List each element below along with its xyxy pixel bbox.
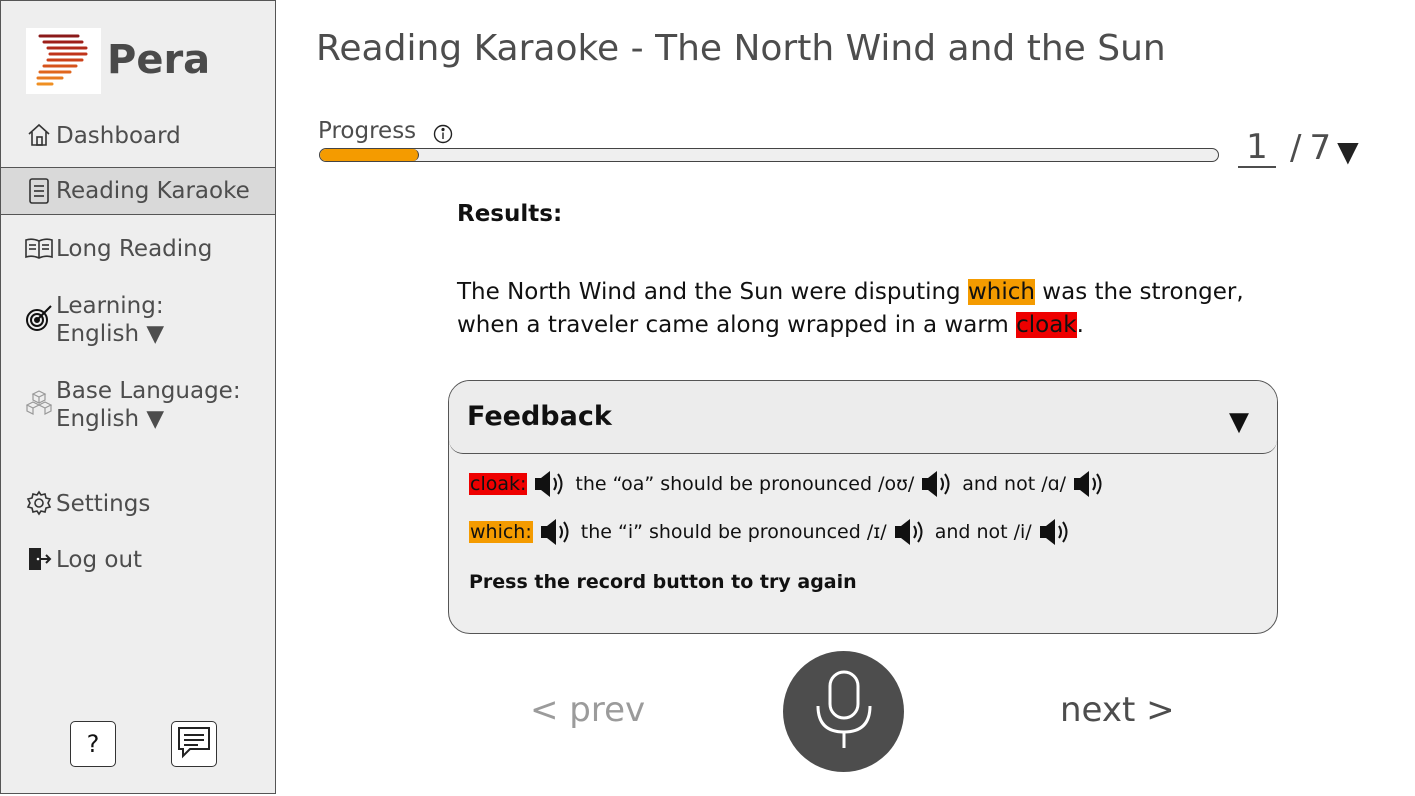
progress-fill — [320, 149, 419, 161]
speaker-icon[interactable] — [920, 469, 956, 499]
progress-bar — [319, 148, 1219, 162]
chat-button[interactable] — [171, 721, 217, 767]
feedback-text: and not /ɑ/ — [962, 473, 1067, 495]
results-text-segment: . — [1076, 312, 1084, 338]
logout-icon — [24, 546, 54, 572]
results-title: Results: — [457, 201, 563, 227]
learning-language-select[interactable]: English ▼ — [56, 320, 164, 348]
help-button[interactable]: ? — [70, 721, 116, 767]
highlight-word-cloak[interactable]: cloak — [1016, 312, 1077, 338]
sidebar-item-long-reading[interactable]: Long Reading — [1, 235, 275, 263]
sidebar-item-logout[interactable]: Log out — [1, 546, 275, 574]
target-icon — [24, 304, 54, 332]
gear-icon — [24, 490, 54, 516]
page-dropdown-caret[interactable]: ▼ — [1337, 135, 1359, 168]
sidebar-item-settings[interactable]: Settings — [1, 490, 275, 518]
prev-button[interactable]: < prev — [530, 690, 645, 730]
help-label: ? — [86, 730, 100, 758]
record-button[interactable] — [783, 651, 904, 772]
sidebar-item-reading-karaoke[interactable]: Reading Karaoke — [1, 167, 275, 215]
sidebar-item-learning-language[interactable]: Learning: English ▼ — [1, 292, 275, 348]
book-icon — [24, 235, 54, 261]
feedback-text: and not /i/ — [934, 521, 1032, 543]
feedback-row-cloak: cloak: the “oa” should be pronounced /oʊ… — [469, 469, 1114, 499]
feedback-row-which: which: the “i” should be pronounced /ɪ/ … — [469, 517, 1080, 547]
sidebar-item-label: Dashboard — [56, 123, 181, 149]
speaker-icon[interactable] — [893, 517, 929, 547]
feedback-text: the “i” should be pronounced /ɪ/ — [580, 521, 887, 543]
feedback-collapse-caret[interactable]: ▼ — [1229, 407, 1249, 437]
sidebar-item-label: Reading Karaoke — [56, 178, 250, 204]
speaker-icon[interactable] — [539, 517, 575, 547]
results-text-segment: was the stronger, — [1034, 279, 1244, 305]
sidebar-item-label: Log out — [56, 547, 143, 573]
next-button[interactable]: next > — [1060, 690, 1175, 730]
page-counter[interactable]: 1 / 7 ▼ — [1238, 128, 1359, 168]
feedback-title: Feedback — [467, 401, 612, 432]
chat-icon — [176, 725, 212, 763]
page-title: Reading Karaoke - The North Wind and the… — [316, 28, 1166, 69]
results-text-segment: The North Wind and the Sun were disputin… — [457, 279, 968, 305]
current-page[interactable]: 1 — [1238, 128, 1276, 168]
page-separator: / — [1290, 128, 1302, 168]
feedback-word: which: — [469, 521, 533, 543]
highlight-word-which[interactable]: which — [967, 279, 1035, 305]
sidebar-item-label: Settings — [56, 491, 151, 517]
speaker-icon[interactable] — [1072, 469, 1108, 499]
pera-logo-icon — [26, 28, 101, 94]
document-icon — [24, 177, 54, 205]
base-language-select[interactable]: English ▼ — [56, 405, 241, 433]
speaker-icon[interactable] — [533, 469, 569, 499]
total-pages: 7 — [1309, 128, 1332, 168]
app-name: Pera — [107, 37, 211, 83]
home-icon — [24, 122, 54, 148]
base-language-label: Base Language: — [56, 378, 241, 404]
results-text: The North Wind and the Sun were disputin… — [457, 276, 1257, 342]
feedback-header[interactable]: Feedback ▼ — [449, 381, 1277, 454]
sidebar-item-label: Long Reading — [56, 236, 213, 262]
cubes-icon — [24, 389, 54, 415]
feedback-text: the “oa” should be pronounced /oʊ/ — [575, 473, 915, 495]
info-icon[interactable] — [433, 124, 453, 148]
sidebar: Pera Dashboard Reading Karaoke Long Read… — [0, 0, 276, 794]
learning-label: Learning: — [56, 293, 164, 319]
feedback-word: cloak: — [469, 473, 528, 495]
progress-label: Progress — [318, 118, 417, 144]
feedback-note: Press the record button to try again — [469, 571, 857, 593]
speaker-icon[interactable] — [1038, 517, 1074, 547]
microphone-icon — [812, 668, 876, 756]
sidebar-item-base-language[interactable]: Base Language: English ▼ — [1, 377, 275, 433]
results-text-segment: when a traveler came along wrapped in a … — [457, 312, 1017, 338]
feedback-panel: Feedback ▼ cloak: the “oa” should be pro… — [448, 380, 1278, 634]
sidebar-item-dashboard[interactable]: Dashboard — [1, 122, 275, 150]
